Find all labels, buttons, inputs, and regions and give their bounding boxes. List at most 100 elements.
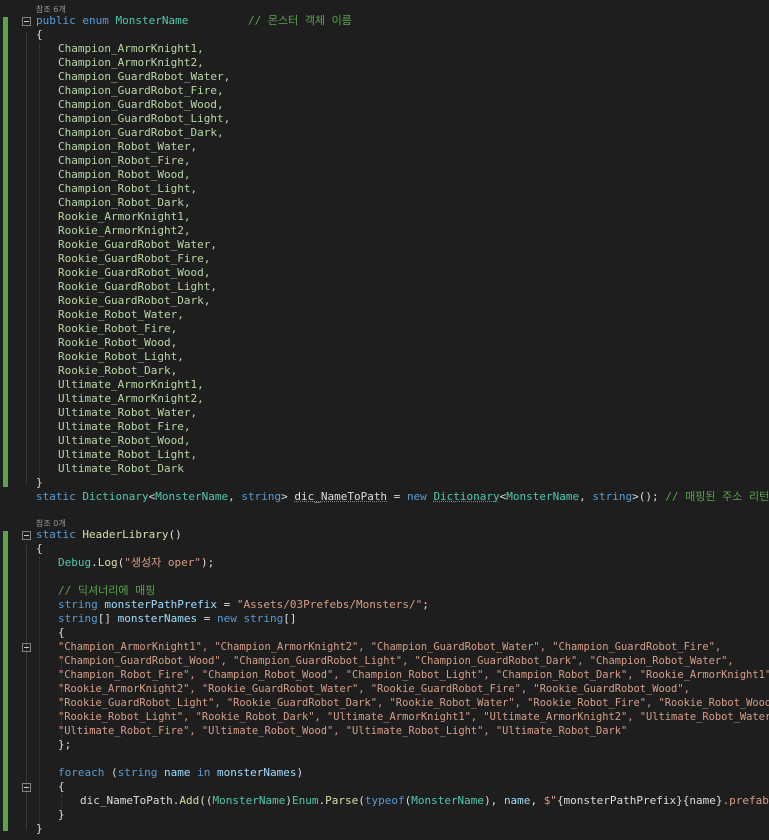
method-name: HeaderLibrary — [82, 528, 169, 541]
change-marker — [3, 531, 8, 831]
string-literal: "Assets/03Prefebs/Monsters/" — [236, 598, 423, 611]
brace-line: { — [36, 542, 43, 555]
punct: , — [530, 794, 544, 807]
enum-member: Rookie_Robot_Light, — [58, 350, 184, 363]
punct: (( — [199, 794, 213, 807]
punct: [] — [97, 612, 118, 625]
string-literal: "생성자 oper" — [124, 556, 201, 569]
comment: // 몬스터 객체 이름 — [247, 14, 352, 27]
enum-member: Rookie_GuardRobot_Dark, — [58, 294, 211, 307]
punct: (); — [638, 490, 666, 503]
variable-name: name — [157, 766, 198, 779]
collapse-toggle-foreach[interactable] — [22, 783, 31, 792]
variable-name: name — [503, 794, 531, 807]
names-declaration-line: string[] monsterNames = new string[] — [58, 612, 296, 626]
keyword: typeof — [364, 794, 405, 807]
keyword: string — [592, 490, 633, 503]
keyword: string — [58, 598, 98, 611]
string-array-row: "Rookie_GuardRobot_Light", "Rookie_Guard… — [58, 697, 769, 709]
code-editor[interactable]: 참조 6개 public enum MonsterName // 몬스터 객체 … — [0, 0, 769, 840]
method-declaration-line: static HeaderLibrary() — [36, 528, 182, 542]
class-name: Enum — [291, 794, 319, 807]
punct: . — [91, 556, 98, 569]
enum-member: Rookie_ArmorKnight1, — [58, 210, 191, 223]
enum-member: Ultimate_Robot_Fire, — [58, 420, 191, 433]
string-array-row: "Ultimate_Robot_Fire", "Ultimate_Robot_W… — [58, 725, 628, 737]
enum-member: Rookie_GuardRobot_Fire, — [58, 252, 211, 265]
enum-member: Rookie_Robot_Dark, — [58, 364, 178, 377]
enum-member: Champion_ArmorKnight1, — [58, 42, 204, 55]
variable-name: monsterPathPrefix — [104, 598, 217, 611]
indent-guide — [39, 44, 41, 480]
brace-line: }; — [58, 738, 72, 751]
punct: = — [387, 490, 407, 503]
type-name: MonsterName — [411, 794, 485, 807]
keyword: string — [58, 612, 98, 625]
type-name: MonsterName — [155, 490, 229, 503]
brace-line: { — [58, 626, 65, 639]
punct: = — [216, 598, 237, 611]
keyword: static — [36, 490, 76, 503]
collapse-toggle-array[interactable] — [22, 643, 31, 652]
enum-member: Ultimate_Robot_Dark — [58, 462, 184, 475]
type-name: Dictionary — [433, 490, 500, 503]
enum-member: Rookie_Robot_Wood, — [58, 336, 178, 349]
keyword: static — [36, 528, 76, 541]
collapse-toggle-method[interactable] — [22, 531, 31, 540]
enum-member: Ultimate_ArmorKnight1, — [58, 378, 204, 391]
debug-log-line: Debug.Log("생성자 oper"); — [58, 556, 214, 570]
brace-line: } — [58, 808, 65, 821]
punct: , — [579, 490, 593, 503]
keyword: string — [117, 766, 158, 779]
keyword: foreach — [58, 766, 105, 779]
foreach-line: foreach (string name in monsterNames) — [58, 766, 303, 780]
enum-member: Rookie_Robot_Fire, — [58, 322, 178, 335]
comment: // 딕셔너리에 매핑 — [58, 584, 156, 597]
method-name: Log — [97, 556, 118, 569]
variable-name: dic_NameToPath — [294, 490, 388, 503]
enum-member: Rookie_ArmorKnight2, — [58, 224, 191, 237]
keyword: enum — [82, 14, 109, 27]
enum-member: Rookie_GuardRobot_Light, — [58, 280, 217, 293]
brace-line: { — [58, 780, 65, 793]
punct: ) — [285, 794, 292, 807]
indent-guide — [39, 557, 41, 829]
interpolation: {name} — [682, 794, 723, 807]
string-literal: .prefab" — [722, 794, 769, 807]
variable-name: dic_NameToPath — [80, 794, 173, 807]
method-name: Parse — [325, 794, 359, 807]
string-array-row: "Champion_GuardRobot_Wood", "Champion_Gu… — [58, 655, 734, 667]
punct: ( — [358, 794, 365, 807]
enum-member: Champion_ArmorKnight2, — [58, 56, 204, 69]
type-name: MonsterName — [506, 490, 580, 503]
punct: ), — [484, 794, 504, 807]
prefix-declaration-line: string monsterPathPrefix = "Assets/03Pre… — [58, 598, 429, 612]
add-call-line: dic_NameToPath.Add((MonsterName)Enum.Par… — [80, 794, 769, 808]
collapse-toggle-enum[interactable] — [22, 17, 31, 26]
enum-member: Champion_Robot_Water, — [58, 140, 198, 153]
change-marker — [3, 17, 8, 487]
dictionary-declaration-line: static Dictionary<MonsterName, string> d… — [36, 490, 769, 504]
brace-line: } — [36, 476, 43, 489]
keyword: string — [243, 612, 284, 625]
variable-name: monsterNames — [117, 612, 198, 625]
enum-member: Rookie_GuardRobot_Wood, — [58, 266, 211, 279]
punct: = — [197, 612, 217, 625]
comment: // 매핑된 주소 리턴 — [665, 490, 769, 503]
enum-type-name: MonsterName — [115, 14, 189, 27]
string-array-row: "Champion_ArmorKnight1", "Champion_Armor… — [58, 641, 722, 653]
method-name: Add — [179, 794, 200, 807]
variable-name: monsterNames — [210, 766, 297, 779]
enum-member: Champion_Robot_Light, — [58, 182, 198, 195]
punct: > — [281, 490, 295, 503]
enum-declaration-line: public enum MonsterName // 몬스터 객체 이름 — [36, 14, 352, 28]
keyword: public — [36, 14, 76, 27]
string-array-row: "Rookie_Robot_Light", "Rookie_Robot_Dark… — [58, 711, 769, 723]
keyword: in — [197, 766, 211, 779]
punct: ) — [296, 766, 304, 779]
brace-line: { — [36, 28, 43, 41]
enum-member: Champion_GuardRobot_Water, — [58, 70, 231, 83]
enum-member: Ultimate_Robot_Wood, — [58, 434, 191, 447]
punct: () — [168, 528, 182, 541]
punct: [] — [283, 612, 297, 625]
